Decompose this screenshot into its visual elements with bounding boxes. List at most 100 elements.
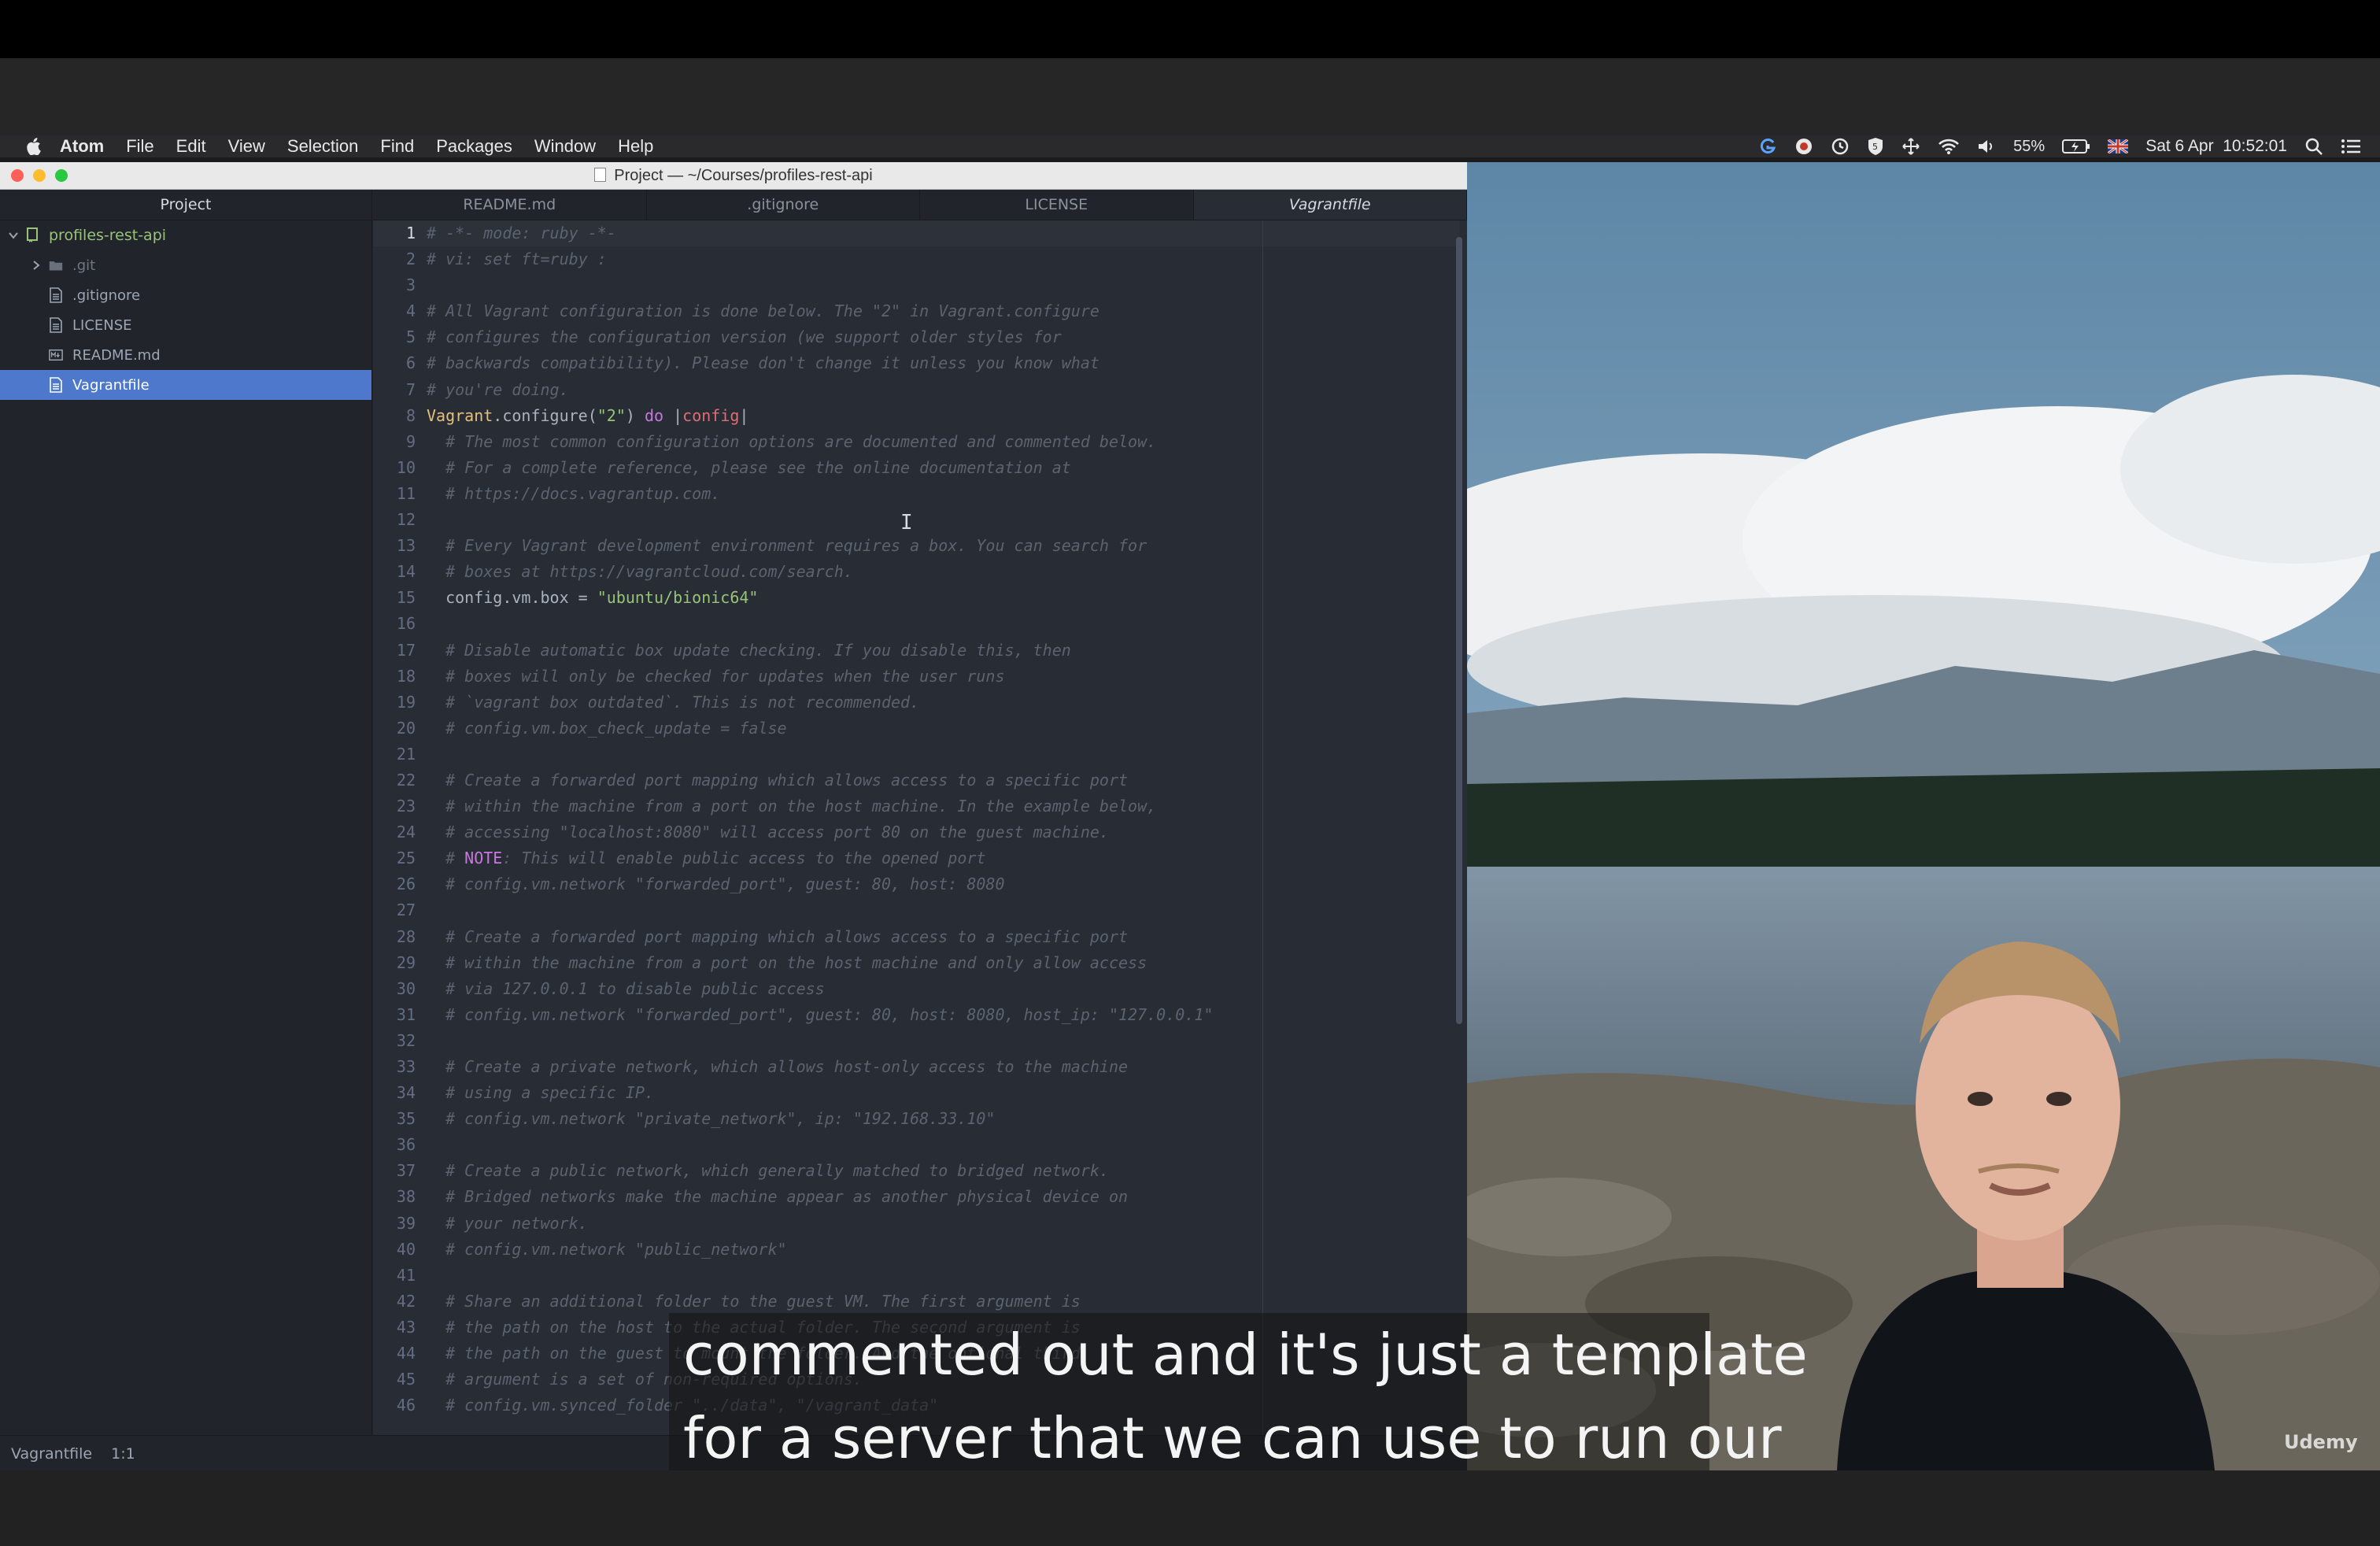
line-number[interactable]: 42: [373, 1289, 416, 1315]
line-number[interactable]: 7: [373, 377, 416, 403]
line-number[interactable]: 33: [373, 1054, 416, 1080]
line-number[interactable]: 6: [373, 350, 416, 376]
code-line[interactable]: # using a specific IP.: [427, 1080, 1213, 1106]
line-number[interactable]: 24: [373, 819, 416, 845]
line-number[interactable]: 34: [373, 1080, 416, 1106]
tab-license[interactable]: LICENSE: [920, 190, 1194, 220]
code-line[interactable]: # via 127.0.0.1 to disable public access: [427, 976, 1213, 1002]
line-number[interactable]: 9: [373, 429, 416, 455]
line-number[interactable]: 41: [373, 1263, 416, 1289]
tree-item-git-folder[interactable]: .git: [0, 250, 371, 280]
line-number[interactable]: 44: [373, 1341, 416, 1367]
code-line[interactable]: # All Vagrant configuration is done belo…: [427, 298, 1213, 324]
battery-icon[interactable]: [2062, 139, 2090, 154]
uk-flag-icon[interactable]: [2108, 139, 2129, 153]
line-number[interactable]: 28: [373, 924, 416, 950]
screen-recorder-icon[interactable]: [1794, 137, 1813, 156]
line-number[interactable]: 12: [373, 507, 416, 533]
line-number[interactable]: 21: [373, 742, 416, 767]
line-number[interactable]: 14: [373, 559, 416, 585]
code-line[interactable]: # Create a public network, which general…: [427, 1158, 1213, 1184]
notification-center-icon[interactable]: [2341, 138, 2361, 155]
code-line[interactable]: # config.vm.network "public_network": [427, 1237, 1213, 1263]
code-line[interactable]: Vagrant.configure("2") do |config|: [427, 403, 1213, 429]
status-cursor-position[interactable]: 1:1: [111, 1445, 135, 1463]
code-line[interactable]: # The most common configuration options …: [427, 429, 1213, 455]
window-titlebar[interactable]: Project — ~/Courses/profiles-rest-api: [0, 162, 1467, 190]
code-line[interactable]: [427, 742, 1213, 767]
menu-window[interactable]: Window: [534, 136, 596, 157]
line-number[interactable]: 5: [373, 324, 416, 350]
line-number[interactable]: 19: [373, 690, 416, 716]
line-number[interactable]: 16: [373, 611, 416, 637]
code-line[interactable]: [427, 272, 1213, 298]
code-line[interactable]: # Create a forwarded port mapping which …: [427, 767, 1213, 793]
sync-icon[interactable]: [1831, 137, 1850, 156]
line-number[interactable]: 20: [373, 716, 416, 742]
line-number-gutter[interactable]: 1 2 3 4 5 6 7 8 9 10 11 12 13 14 15 16 17 18 19 20 21 22 23 24 2…: [373, 220, 416, 1418]
line-number[interactable]: 26: [373, 871, 416, 897]
code-line[interactable]: # config.vm.network "forwarded_port", gu…: [427, 871, 1213, 897]
line-number[interactable]: 15: [373, 585, 416, 611]
code-line[interactable]: [427, 507, 1213, 533]
tree-item-gitignore[interactable]: .gitignore: [0, 280, 371, 310]
code-line[interactable]: config.vm.box = "ubuntu/bionic64": [427, 585, 1213, 611]
code-line[interactable]: # boxes at https://vagrantcloud.com/sear…: [427, 559, 1213, 585]
line-number[interactable]: 2: [373, 246, 416, 272]
app-extra-g-icon[interactable]: [1758, 137, 1777, 156]
menu-selection[interactable]: Selection: [287, 136, 359, 157]
line-number[interactable]: 10: [373, 455, 416, 481]
code-line[interactable]: # NOTE: This will enable public access t…: [427, 845, 1213, 871]
line-number[interactable]: 29: [373, 950, 416, 976]
volume-icon[interactable]: [1977, 138, 1996, 155]
line-number[interactable]: 25: [373, 845, 416, 871]
code-line[interactable]: # For a complete reference, please see t…: [427, 455, 1213, 481]
menu-edit[interactable]: Edit: [176, 136, 206, 157]
chevron-right-icon[interactable]: [31, 260, 41, 271]
code-line[interactable]: # boxes will only be checked for updates…: [427, 664, 1213, 690]
tab-gitignore[interactable]: .gitignore: [647, 190, 920, 220]
line-number[interactable]: 11: [373, 481, 416, 507]
wifi-icon[interactable]: [1938, 138, 1960, 155]
line-number[interactable]: 8: [373, 403, 416, 429]
line-number[interactable]: 18: [373, 664, 416, 690]
code-line[interactable]: # Disable automatic box update checking.…: [427, 638, 1213, 664]
code-line[interactable]: # within the machine from a port on the …: [427, 793, 1213, 819]
line-number[interactable]: 46: [373, 1393, 416, 1418]
menu-app-atom[interactable]: Atom: [60, 136, 104, 157]
code-line[interactable]: # config.vm.network "private_network", i…: [427, 1106, 1213, 1132]
tab-readme[interactable]: README.md: [373, 190, 647, 220]
tree-item-license[interactable]: LICENSE: [0, 310, 371, 340]
line-number[interactable]: 1: [373, 220, 416, 246]
line-number[interactable]: 30: [373, 976, 416, 1002]
code-line[interactable]: # config.vm.network "forwarded_port", gu…: [427, 1002, 1213, 1028]
tree-item-readme[interactable]: README.md: [0, 340, 371, 370]
menu-packages[interactable]: Packages: [436, 136, 512, 157]
code-line[interactable]: # your network.: [427, 1211, 1213, 1237]
shield-icon[interactable]: 5: [1867, 137, 1884, 156]
editor-vertical-scrollbar[interactable]: [1456, 237, 1462, 1024]
line-number[interactable]: 39: [373, 1211, 416, 1237]
menubar-clock[interactable]: Sat 6 Apr 10:52:01: [2145, 137, 2287, 156]
line-number[interactable]: 36: [373, 1132, 416, 1158]
apple-icon[interactable]: [24, 137, 42, 156]
line-number[interactable]: 4: [373, 298, 416, 324]
code-line[interactable]: # Create a forwarded port mapping which …: [427, 924, 1213, 950]
line-number[interactable]: 35: [373, 1106, 416, 1132]
code-text-area[interactable]: # -*- mode: ruby -*- # vi: set ft=ruby : #…: [427, 220, 1213, 1418]
line-number[interactable]: 31: [373, 1002, 416, 1028]
code-line[interactable]: [427, 1263, 1213, 1289]
line-number[interactable]: 32: [373, 1028, 416, 1054]
tab-vagrantfile[interactable]: Vagrantfile: [1193, 190, 1467, 220]
line-number[interactable]: 37: [373, 1158, 416, 1184]
code-line[interactable]: # Bridged networks make the machine appe…: [427, 1184, 1213, 1210]
code-line[interactable]: [427, 1132, 1213, 1158]
chevron-down-icon[interactable]: [8, 230, 19, 241]
code-line[interactable]: # configures the configuration version (…: [427, 324, 1213, 350]
code-line[interactable]: # Share an additional folder to the gues…: [427, 1289, 1213, 1315]
code-line[interactable]: # vi: set ft=ruby :: [427, 246, 1213, 272]
line-number[interactable]: 40: [373, 1237, 416, 1263]
code-line[interactable]: [427, 611, 1213, 637]
code-line[interactable]: # `vagrant box outdated`. This is not re…: [427, 690, 1213, 716]
code-line[interactable]: # within the machine from a port on the …: [427, 950, 1213, 976]
